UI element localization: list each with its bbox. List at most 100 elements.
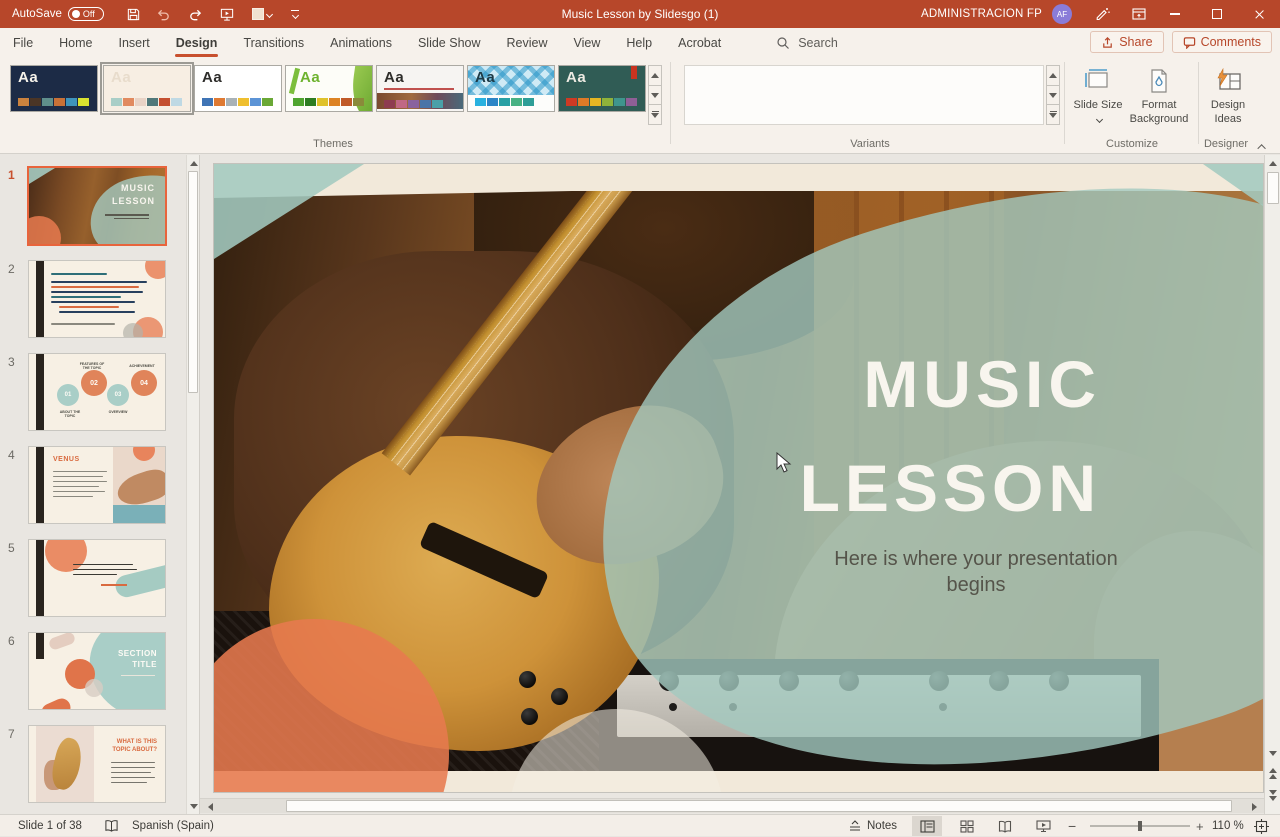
design-ideas-button[interactable]: Design Ideas bbox=[1202, 63, 1254, 127]
theme-item-3[interactable]: Aa bbox=[194, 65, 282, 112]
autosave-toggle[interactable]: AutoSave Off bbox=[12, 0, 104, 28]
theme-item-7[interactable]: Aa bbox=[558, 65, 646, 112]
theme-item-6[interactable]: Aa bbox=[467, 65, 555, 112]
slide-thumbnail-5[interactable] bbox=[28, 539, 166, 617]
theme-item-5[interactable]: Aa bbox=[376, 65, 464, 112]
collapse-ribbon-button[interactable] bbox=[1254, 140, 1272, 154]
tab-review[interactable]: Review bbox=[494, 28, 561, 58]
search-icon bbox=[776, 36, 790, 50]
scroll-down-button[interactable] bbox=[1265, 745, 1280, 761]
start-slideshow-button[interactable] bbox=[214, 0, 240, 28]
language-indicator[interactable]: Spanish (Spain) bbox=[132, 815, 214, 837]
slide-title-line2: LESSON bbox=[800, 451, 1101, 525]
fit-slide-button[interactable] bbox=[1254, 815, 1269, 837]
slideshow-view-button[interactable] bbox=[1028, 816, 1058, 836]
undo-button[interactable] bbox=[150, 0, 176, 28]
account-name[interactable]: ADMINISTRACION FP bbox=[921, 0, 1042, 28]
previous-slide-button[interactable] bbox=[1265, 765, 1280, 781]
mini-title: SECTIONTITLE bbox=[118, 649, 157, 671]
slide-title[interactable]: MUSIC LESSON bbox=[800, 332, 1101, 541]
minimize-button[interactable] bbox=[1154, 0, 1196, 28]
slide-subtitle[interactable]: Here is where your presentation begins bbox=[806, 546, 1146, 598]
themes-more-button[interactable] bbox=[648, 105, 662, 125]
theme-item-2-selected[interactable]: Aa bbox=[103, 65, 191, 112]
mini-text-line bbox=[51, 286, 139, 288]
thumbnail-panel-scrollbar[interactable] bbox=[186, 155, 199, 814]
zoom-in-button[interactable]: + bbox=[1196, 815, 1204, 837]
up-arrow-icon bbox=[1269, 161, 1277, 166]
tab-animations[interactable]: Animations bbox=[317, 28, 405, 58]
reading-view-button[interactable] bbox=[990, 816, 1020, 836]
mini-orange-blob bbox=[39, 696, 74, 710]
status-bar: Slide 1 of 38 Spanish (Spain) Notes − + … bbox=[0, 814, 1280, 836]
tab-acrobat[interactable]: Acrobat bbox=[665, 28, 734, 58]
presenter-coach-button[interactable] bbox=[1088, 0, 1118, 28]
vertical-scrollbar-thumb[interactable] bbox=[1267, 172, 1279, 204]
zoom-out-button[interactable]: − bbox=[1068, 815, 1076, 837]
scroll-left-button[interactable] bbox=[202, 799, 218, 814]
variants-scroll-down-button[interactable] bbox=[1046, 86, 1060, 106]
mini-saxophone bbox=[48, 736, 86, 793]
scroll-up-button[interactable] bbox=[1265, 155, 1280, 171]
format-background-label: Format Background bbox=[1126, 99, 1192, 127]
tab-home[interactable]: Home bbox=[46, 28, 105, 58]
spell-check-button[interactable] bbox=[104, 815, 119, 837]
normal-view-button[interactable] bbox=[912, 816, 942, 836]
comments-button[interactable]: Comments bbox=[1172, 31, 1272, 53]
panel-scroll-down-button[interactable] bbox=[187, 799, 200, 813]
maximize-icon bbox=[1212, 9, 1222, 19]
avatar[interactable]: AF bbox=[1052, 4, 1072, 24]
variants-scroll-up-button[interactable] bbox=[1046, 65, 1060, 86]
autosave-switch[interactable]: Off bbox=[68, 7, 104, 21]
close-button[interactable] bbox=[1238, 0, 1280, 28]
tab-design[interactable]: Design bbox=[163, 28, 231, 58]
maximize-button[interactable] bbox=[1196, 0, 1238, 28]
tab-insert[interactable]: Insert bbox=[106, 28, 163, 58]
vertical-scrollbar[interactable] bbox=[1264, 155, 1280, 814]
variants-more-button[interactable] bbox=[1046, 105, 1060, 125]
zoom-level[interactable]: 110 % bbox=[1212, 815, 1244, 837]
mini-subtitle-line bbox=[121, 675, 155, 676]
save-button[interactable] bbox=[120, 0, 146, 28]
ribbon-display-options-button[interactable] bbox=[1124, 0, 1154, 28]
zoom-slider-thumb[interactable] bbox=[1138, 821, 1142, 831]
slide-thumbnail-2[interactable] bbox=[28, 260, 166, 338]
slide-thumbnail-3[interactable]: ABOUT THE TOPIC FEATURES OF THE TOPIC OV… bbox=[28, 353, 166, 431]
slide-sorter-view-button[interactable] bbox=[952, 816, 982, 836]
redo-button[interactable] bbox=[182, 0, 208, 28]
slide-size-label: Slide Size bbox=[1072, 99, 1124, 127]
variants-gallery[interactable] bbox=[684, 65, 1044, 125]
scroll-right-button[interactable] bbox=[1246, 799, 1262, 814]
notes-toggle[interactable]: Notes bbox=[848, 815, 897, 837]
theme-item-1[interactable]: Aa bbox=[10, 65, 98, 112]
panel-scroll-up-button[interactable] bbox=[187, 156, 200, 170]
theme-item-4[interactable]: Aa bbox=[285, 65, 373, 112]
tab-view[interactable]: View bbox=[561, 28, 614, 58]
slide-thumbnail-6[interactable]: SECTIONTITLE bbox=[28, 632, 166, 710]
horizontal-scrollbar-thumb[interactable] bbox=[286, 800, 1232, 812]
themes-scroll-up-button[interactable] bbox=[648, 65, 662, 86]
slide-indicator[interactable]: Slide 1 of 38 bbox=[18, 815, 82, 837]
share-button[interactable]: Share bbox=[1090, 31, 1163, 53]
next-slide-button[interactable] bbox=[1265, 787, 1280, 803]
tab-help[interactable]: Help bbox=[613, 28, 665, 58]
slide-thumbnail-4[interactable]: VENUS bbox=[28, 446, 166, 524]
slide-size-button[interactable]: Slide Size bbox=[1072, 63, 1124, 127]
slide-number: 4 bbox=[8, 448, 15, 462]
search-box[interactable]: Search bbox=[776, 36, 838, 50]
tab-transitions[interactable]: Transitions bbox=[230, 28, 317, 58]
tab-slide-show[interactable]: Slide Show bbox=[405, 28, 494, 58]
panel-scrollbar-thumb[interactable] bbox=[188, 171, 198, 393]
customize-quick-access-button[interactable] bbox=[282, 0, 308, 28]
slide-thumbnail-7[interactable]: WHAT IS THIS TOPIC ABOUT? bbox=[28, 725, 166, 803]
quick-access-shape-button[interactable] bbox=[244, 0, 278, 28]
themes-scroll-down-button[interactable] bbox=[648, 86, 662, 106]
tab-file[interactable]: File bbox=[0, 28, 46, 58]
amp-switch bbox=[669, 703, 677, 711]
horizontal-scrollbar[interactable] bbox=[200, 798, 1264, 813]
themes-gallery-scroll bbox=[648, 65, 662, 125]
slide-thumbnail-1[interactable]: MUSICLESSON bbox=[27, 166, 167, 246]
magic-pen-icon bbox=[1095, 6, 1111, 22]
slide-canvas[interactable]: MUSIC LESSON Here is where your presenta… bbox=[213, 163, 1264, 793]
format-background-button[interactable]: Format Background bbox=[1126, 63, 1192, 127]
